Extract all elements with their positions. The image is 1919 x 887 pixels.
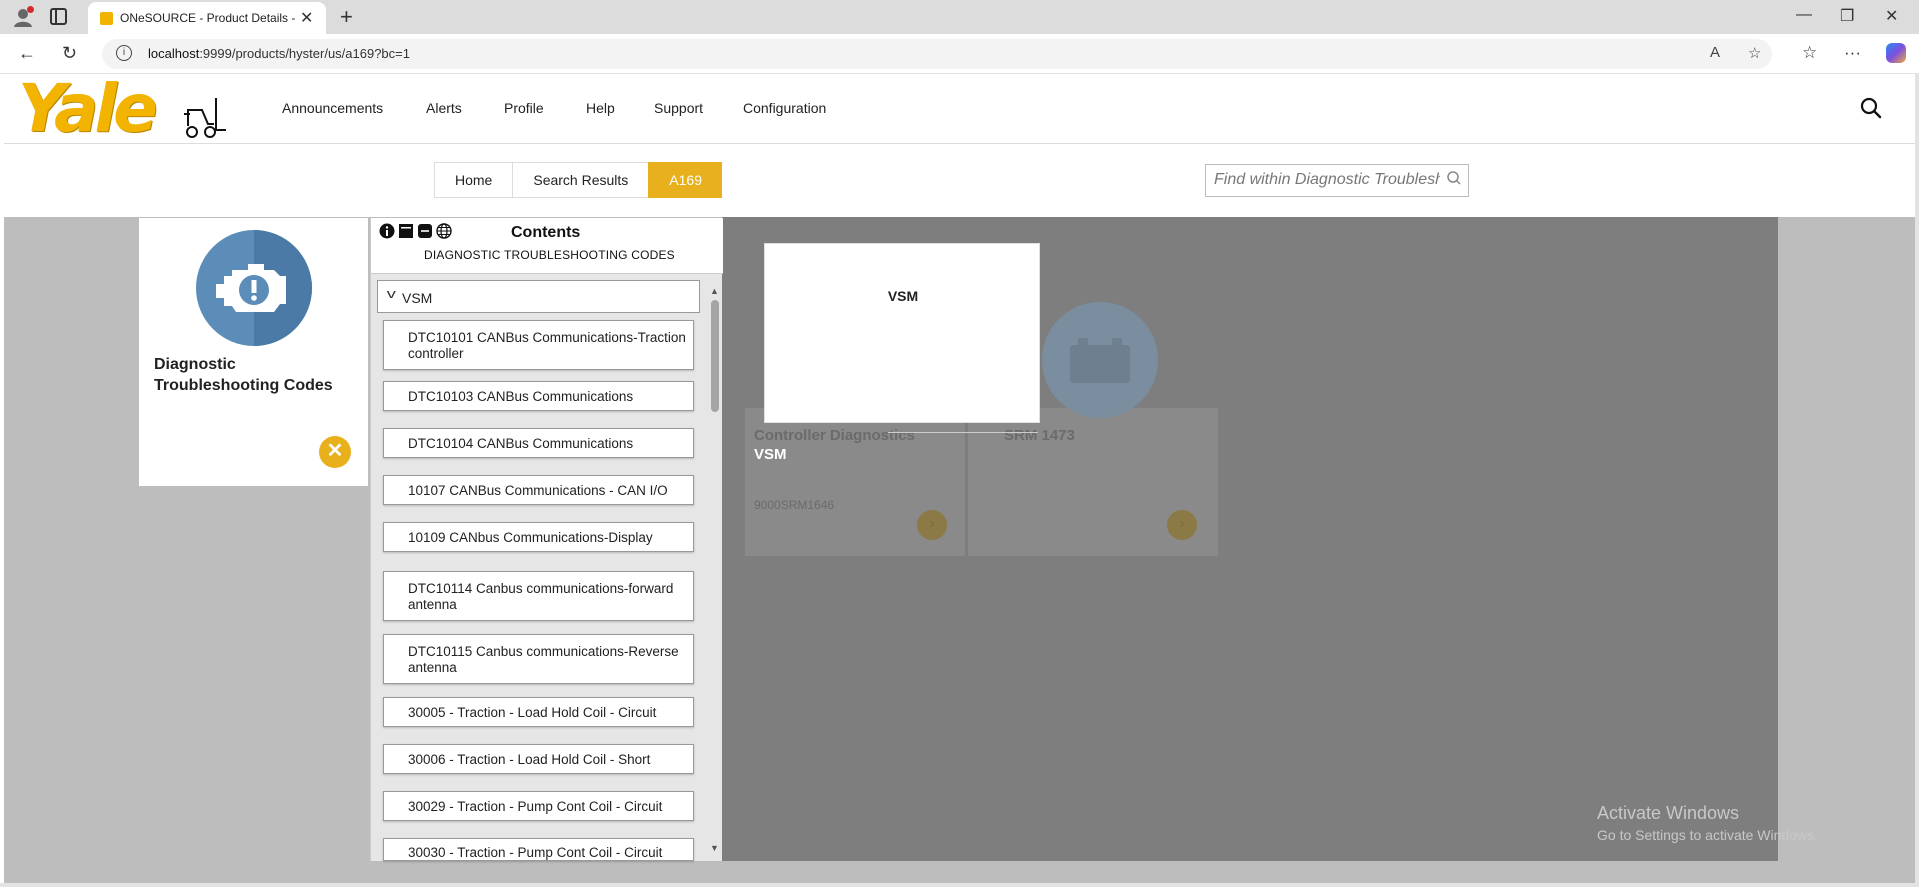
category-card: Diagnostic Troubleshooting Codes ✕ bbox=[139, 218, 368, 486]
read-aloud-icon[interactable]: A bbox=[1710, 44, 1720, 61]
nav-profile[interactable]: Profile bbox=[504, 100, 544, 116]
site-info-icon[interactable]: i bbox=[116, 45, 132, 61]
tab-title: ONeSOURCE - Product Details - A169 bbox=[120, 11, 296, 25]
chevron-down-icon: v bbox=[386, 286, 396, 301]
toc-item[interactable]: 10109 CANbus Communications-Display bbox=[383, 522, 694, 552]
card-controller-arrow-icon[interactable]: › bbox=[917, 510, 947, 540]
scroll-thumb[interactable] bbox=[711, 300, 719, 412]
watermark-line1: Activate Windows bbox=[1597, 803, 1740, 823]
nav-support[interactable]: Support bbox=[654, 100, 703, 116]
breadcrumb: Home Search Results A169 bbox=[434, 162, 722, 198]
toc-item[interactable]: DTC10104 CANBus Communications bbox=[383, 428, 694, 458]
copilot-icon[interactable] bbox=[1886, 43, 1906, 63]
nav-alerts[interactable]: Alerts bbox=[426, 100, 462, 116]
breadcrumb-home[interactable]: Home bbox=[434, 162, 513, 198]
card-controller-diagnostics-subtitle: 9000SRM1646 bbox=[754, 498, 835, 512]
more-options-icon[interactable]: ··· bbox=[1844, 43, 1861, 63]
url-text: localhost:9999/products/hyster/us/a169?b… bbox=[148, 46, 410, 61]
card-srm-title: SRM 1473 bbox=[1004, 427, 1075, 444]
new-tab-icon[interactable]: + bbox=[340, 4, 353, 30]
contents-scrollbar[interactable]: ▲ ▼ bbox=[708, 286, 722, 861]
toc-item[interactable]: DTC10103 CANBus Communications bbox=[383, 381, 694, 411]
activate-windows-watermark: Activate Windows Go to Settings to activ… bbox=[1597, 803, 1818, 843]
window-close-icon[interactable]: ✕ bbox=[1885, 6, 1898, 26]
nav-announcements[interactable]: Announcements bbox=[282, 100, 383, 116]
minimize-icon[interactable]: — bbox=[1796, 6, 1812, 24]
toc-group-vsm[interactable]: v VSM bbox=[377, 280, 700, 313]
site-header: Yale Announcements Alerts Profile Help S… bbox=[4, 74, 1915, 144]
engine-warning-icon bbox=[196, 230, 312, 346]
back-icon[interactable]: ← bbox=[18, 43, 36, 64]
toc-item[interactable]: DTC10101 CANBus Communications-Traction … bbox=[383, 320, 694, 370]
yale-logo[interactable]: Yale bbox=[18, 74, 158, 144]
favorites-list-icon[interactable]: ☆ bbox=[1802, 43, 1817, 63]
toc-item[interactable]: DTC10114 Canbus communications-forward a… bbox=[383, 571, 694, 621]
expand-all-icon[interactable] bbox=[398, 223, 414, 239]
notification-dot bbox=[27, 6, 34, 13]
card-srm-arrow-icon[interactable]: › bbox=[1167, 510, 1197, 540]
close-category-icon[interactable]: ✕ bbox=[319, 436, 351, 468]
find-within-box bbox=[1205, 164, 1469, 197]
refresh-icon[interactable]: ↻ bbox=[62, 43, 77, 64]
divider bbox=[888, 432, 1038, 433]
breadcrumb-current: A169 bbox=[648, 162, 722, 198]
toc-item[interactable]: 30006 - Traction - Load Hold Coil - Shor… bbox=[383, 744, 694, 774]
nav-help[interactable]: Help bbox=[586, 100, 615, 116]
find-search-icon[interactable] bbox=[1446, 170, 1462, 186]
search-icon[interactable] bbox=[1859, 96, 1883, 120]
url-field[interactable]: i localhost:9999/products/hyster/us/a169… bbox=[102, 39, 1772, 69]
find-within-input[interactable] bbox=[1214, 171, 1440, 189]
category-title: Diagnostic Troubleshooting Codes bbox=[154, 356, 333, 394]
forklift-logo-icon bbox=[184, 98, 226, 138]
toc-item[interactable]: DTC10115 Canbus communications-Reverse a… bbox=[383, 634, 694, 684]
scroll-down-icon[interactable]: ▼ bbox=[710, 843, 719, 853]
site-favicon-icon bbox=[100, 12, 113, 25]
info-icon[interactable] bbox=[379, 223, 395, 239]
battery-category-icon bbox=[1042, 302, 1158, 418]
card-controller-diagnostics-title: Controller Diagnostics bbox=[754, 427, 915, 444]
breadcrumb-search-results[interactable]: Search Results bbox=[512, 162, 649, 198]
toc-group-label: VSM bbox=[402, 290, 433, 306]
contents-panel: Contents DIAGNOSTIC TROUBLESHOOTING CODE… bbox=[370, 218, 723, 861]
window-border-bottom bbox=[0, 883, 1919, 887]
sub-header: Home Search Results A169 bbox=[4, 145, 1915, 217]
selected-section-label: VSM bbox=[754, 446, 787, 463]
scroll-up-icon[interactable]: ▲ bbox=[710, 286, 719, 296]
browser-tab-active[interactable]: ONeSOURCE - Product Details - A169 ✕ bbox=[88, 2, 326, 34]
toc-item[interactable]: 30029 - Traction - Pump Cont Coil - Circ… bbox=[383, 791, 694, 821]
globe-icon[interactable] bbox=[436, 223, 452, 239]
watermark-line2: Go to Settings to activate Windows. bbox=[1597, 827, 1818, 843]
profile-icon[interactable] bbox=[12, 6, 34, 28]
restore-icon[interactable]: ❐ bbox=[1840, 6, 1854, 26]
vsm-popup[interactable]: VSM bbox=[764, 243, 1040, 423]
contents-title: Contents bbox=[511, 224, 581, 241]
address-bar: ← ↻ i localhost:9999/products/hyster/us/… bbox=[0, 34, 1919, 74]
nav-configuration[interactable]: Configuration bbox=[743, 100, 826, 116]
popup-title: VSM bbox=[887, 288, 919, 304]
toc-item[interactable]: 10107 CANBus Communications - CAN I/O bbox=[383, 475, 694, 505]
favorite-star-icon[interactable]: ☆ bbox=[1748, 44, 1761, 62]
toc-item[interactable]: 30005 - Traction - Load Hold Coil - Circ… bbox=[383, 697, 694, 727]
toc-item[interactable]: 30030 - Traction - Pump Cont Coil - Circ… bbox=[383, 838, 694, 861]
workspaces-icon[interactable] bbox=[50, 8, 67, 25]
window-border-right bbox=[1915, 74, 1919, 887]
contents-subtitle: DIAGNOSTIC TROUBLESHOOTING CODES bbox=[424, 248, 675, 262]
collapse-all-icon[interactable] bbox=[417, 223, 433, 239]
contents-header: Contents DIAGNOSTIC TROUBLESHOOTING CODE… bbox=[371, 218, 723, 274]
tab-close-icon[interactable]: ✕ bbox=[300, 8, 313, 28]
browser-tab-bar: ONeSOURCE - Product Details - A169 ✕ + —… bbox=[0, 0, 1919, 34]
